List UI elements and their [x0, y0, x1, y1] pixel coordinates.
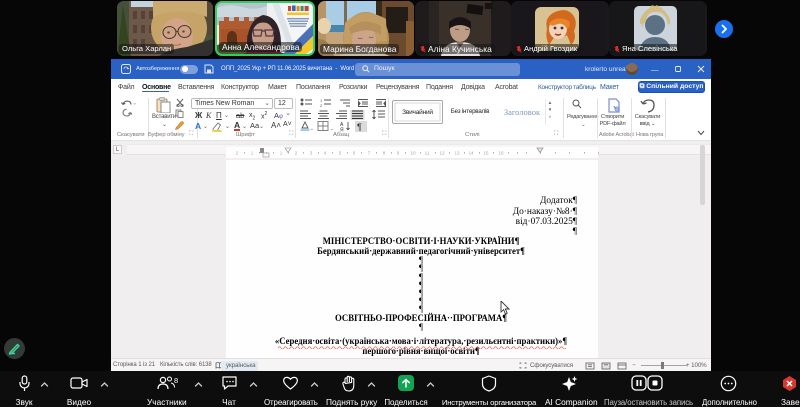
svg-text:6: 6	[353, 151, 356, 156]
svg-text:2: 2	[320, 103, 323, 108]
svg-text:14: 14	[468, 151, 474, 156]
svg-text:3: 3	[310, 151, 313, 156]
svg-text:⌄: ⌄	[330, 126, 334, 131]
svg-text:⌄: ⌄	[310, 126, 314, 131]
svg-text:9: 9	[397, 151, 400, 156]
svg-text:5: 5	[339, 151, 342, 156]
svg-text:8: 8	[383, 151, 386, 156]
svg-text:15: 15	[483, 151, 489, 156]
svg-text:16: 16	[498, 151, 504, 156]
svg-text:1: 1	[251, 151, 254, 156]
svg-text:7: 7	[368, 151, 371, 156]
svg-text:2: 2	[236, 151, 239, 156]
svg-text:12: 12	[439, 151, 445, 156]
svg-text:4: 4	[324, 151, 327, 156]
svg-text:¶: ¶	[357, 122, 362, 132]
svg-text:13: 13	[454, 151, 460, 156]
svg-text:10: 10	[410, 151, 416, 156]
svg-text:⌄: ⌄	[133, 101, 137, 107]
svg-text:1: 1	[280, 151, 283, 156]
svg-text:11: 11	[425, 151, 430, 156]
svg-text:2: 2	[295, 151, 298, 156]
